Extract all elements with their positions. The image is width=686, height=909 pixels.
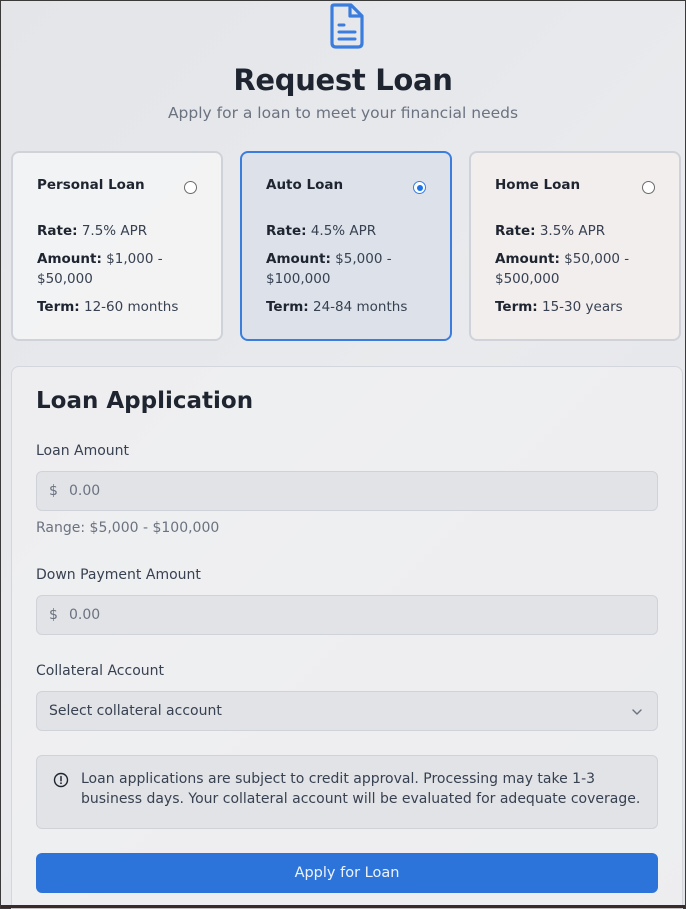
loan-amount-label: Loan Amount — [36, 443, 130, 459]
loan-card-home[interactable]: Home Loan Rate: 3.5% APR Amount: $50,000… — [469, 151, 681, 341]
loan-term: Term: 12-60 months — [37, 299, 179, 315]
down-payment-placeholder: 0.00 — [69, 607, 101, 623]
loan-amount-placeholder: 0.00 — [69, 483, 101, 499]
window-bottom-edge — [1, 905, 685, 908]
loan-term: Term: 15-30 years — [495, 299, 623, 315]
currency-symbol: $ — [49, 607, 58, 623]
form-title: Loan Application — [36, 388, 254, 414]
loan-amount-input[interactable]: $ 0.00 — [36, 471, 658, 511]
loan-amount-range: Amount: $5,000 - $100,000 — [266, 251, 392, 287]
loan-amount-range: Amount: $50,000 - $500,000 — [495, 251, 630, 287]
page-subtitle: Apply for a loan to meet your financial … — [167, 104, 519, 122]
info-icon — [53, 772, 69, 788]
down-payment-label: Down Payment Amount — [36, 567, 201, 583]
chevron-down-icon — [632, 709, 642, 715]
down-payment-input[interactable]: $ 0.00 — [36, 595, 658, 635]
loan-card-auto[interactable]: Auto Loan Rate: 4.5% APR Amount: $5,000 … — [240, 151, 452, 341]
loan-rate: Rate: 7.5% APR — [37, 223, 148, 239]
loan-radio-auto[interactable] — [413, 181, 426, 194]
loan-rate: Rate: 3.5% APR — [495, 223, 606, 239]
currency-symbol: $ — [49, 483, 58, 499]
collateral-selected-value: Select collateral account — [49, 703, 222, 719]
page-title: Request Loan — [233, 63, 453, 97]
loan-rate: Rate: 4.5% APR — [266, 223, 377, 239]
collateral-account-label: Collateral Account — [36, 663, 165, 679]
loan-radio-personal[interactable] — [184, 181, 197, 194]
document-icon — [330, 3, 364, 49]
collateral-account-select[interactable]: Select collateral account — [36, 691, 658, 731]
info-notice: Loan applications are subject to credit … — [36, 755, 658, 829]
loan-amount-range-hint: Range: $5,000 - $100,000 — [36, 520, 220, 536]
apply-for-loan-button[interactable]: Apply for Loan — [36, 853, 658, 893]
loan-radio-home[interactable] — [642, 181, 655, 194]
loan-card-personal[interactable]: Personal Loan Rate: 7.5% APR Amount: $1,… — [11, 151, 223, 341]
notice-text: Loan applications are subject to credit … — [81, 771, 641, 807]
loan-term: Term: 24-84 months — [266, 299, 408, 315]
loan-amount-range: Amount: $1,000 - $50,000 — [37, 251, 163, 287]
